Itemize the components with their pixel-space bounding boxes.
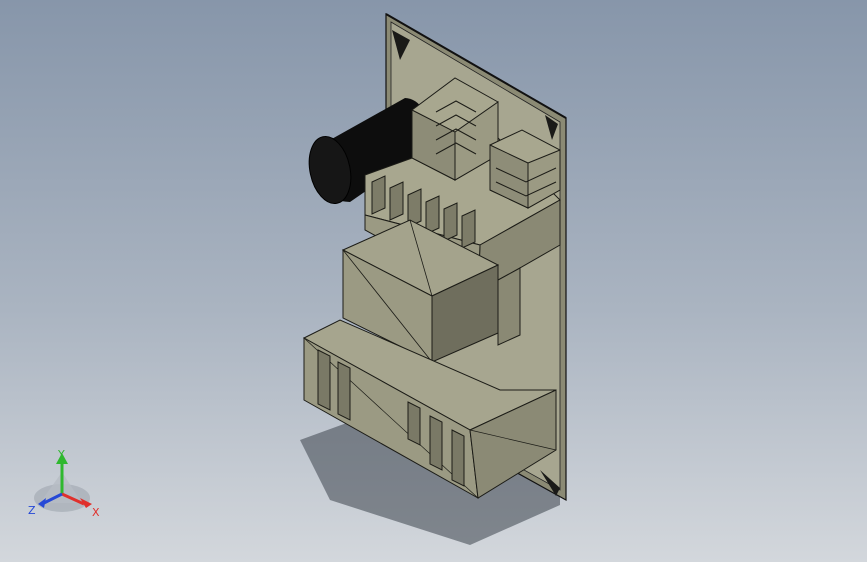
- z-axis-label: Z: [28, 504, 36, 517]
- x-axis-label: X: [92, 506, 100, 519]
- side-block[interactable]: [497, 267, 521, 346]
- assembly-model[interactable]: [0, 0, 867, 562]
- orientation-triad[interactable]: Y X Z: [22, 448, 112, 528]
- y-axis-label: Y: [57, 448, 65, 461]
- 3d-viewport[interactable]: Y X Z: [0, 0, 867, 562]
